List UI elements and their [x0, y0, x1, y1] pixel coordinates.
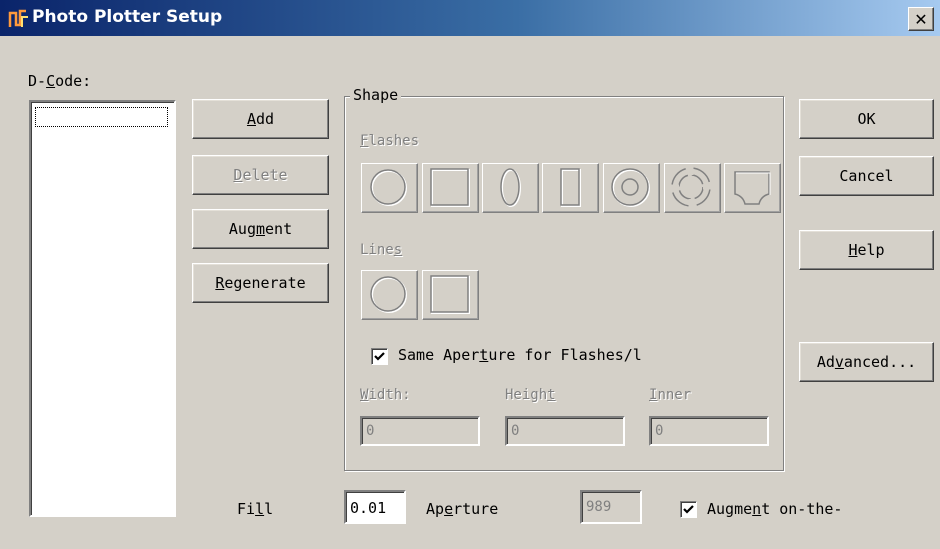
close-button[interactable]: ✕ [908, 7, 934, 31]
window-title: Photo Plotter Setup [32, 7, 223, 27]
inner-field[interactable]: 0 [649, 416, 769, 446]
flash-circle-button[interactable] [361, 163, 418, 213]
circle-line-icon [370, 276, 407, 313]
square-line-icon [430, 275, 470, 314]
rectangle-flash-icon [560, 168, 581, 207]
aperture-label: Aperture [426, 500, 499, 518]
square-flash-icon [430, 168, 470, 207]
height-label: Height [505, 387, 556, 403]
height-field[interactable]: 0 [505, 416, 625, 446]
aperture-field[interactable]: 989 [580, 490, 642, 524]
regenerate-button[interactable]: Regenerate [192, 263, 329, 303]
flash-thermal-button[interactable] [664, 163, 721, 213]
same-aperture-label: Same Aperture for Flashes/l [398, 346, 642, 364]
title-bar: Photo Plotter Setup ✕ [0, 0, 940, 36]
close-icon: ✕ [914, 9, 928, 29]
flash-square-button[interactable] [422, 163, 479, 213]
lines-label: Lines [360, 242, 403, 258]
line-square-button[interactable] [422, 270, 479, 320]
shape-group-title: Shape [350, 86, 402, 104]
inner-label: Inner [649, 387, 692, 403]
delete-button[interactable]: Delete [192, 155, 329, 195]
advanced-button[interactable]: Ad v anced... [799, 342, 934, 382]
augment-button[interactable]: Aug m ent [192, 209, 329, 249]
dcode-label: D-Code: [28, 72, 92, 90]
add-button[interactable]: Add [192, 99, 329, 139]
width-field[interactable]: 0 [360, 416, 480, 446]
checkmark-icon [683, 505, 694, 514]
same-aperture-checkbox[interactable] [371, 348, 388, 365]
flash-custom-button[interactable] [724, 163, 781, 213]
thermal-flash-icon [670, 166, 712, 208]
dcode-listbox[interactable] [29, 100, 176, 517]
cancel-button[interactable]: Cancel [799, 156, 934, 196]
augment-on-the-fly-checkbox[interactable] [680, 501, 697, 518]
width-label: Width: [360, 387, 411, 403]
donut-flash-icon [611, 168, 650, 207]
flash-oval-button[interactable] [482, 163, 539, 213]
line-circle-button[interactable] [361, 270, 418, 320]
flash-donut-button[interactable] [603, 163, 660, 213]
augment-on-the-fly-label: Augment on-the- [707, 500, 843, 518]
fill-label: Fill [237, 500, 274, 518]
circle-flash-icon [370, 169, 407, 206]
fill-field[interactable]: 0.01 [344, 490, 406, 524]
checkmark-icon [374, 352, 385, 361]
flashes-label: Flashes [360, 133, 420, 149]
plotter-app-icon [8, 9, 28, 27]
custom-flash-icon [734, 171, 771, 205]
ok-button[interactable]: OK [799, 99, 934, 139]
flash-rectangle-button[interactable] [542, 163, 599, 213]
help-button[interactable]: Help [799, 230, 934, 270]
listbox-focus-item[interactable] [35, 107, 168, 127]
oval-flash-icon [500, 168, 521, 207]
